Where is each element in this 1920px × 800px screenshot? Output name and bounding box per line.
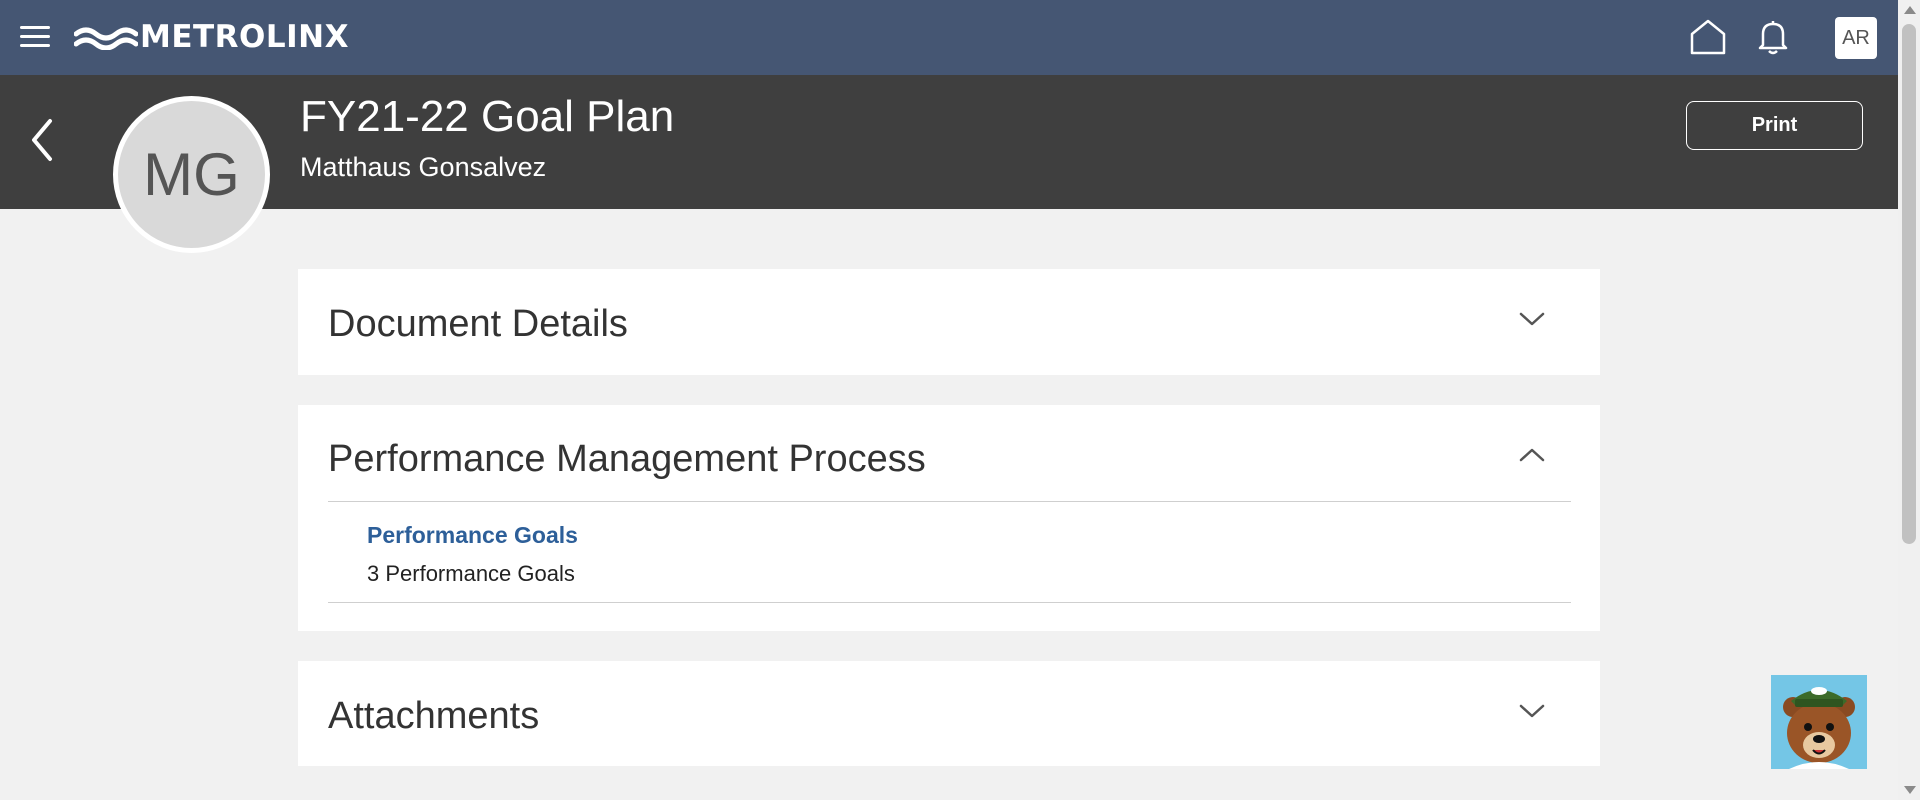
performance-goals-count: 3 Performance Goals — [367, 561, 575, 586]
scroll-down-arrow-icon[interactable] — [1904, 786, 1916, 794]
divider — [328, 602, 1571, 603]
page-header: Print — [0, 75, 1898, 209]
bear-mascot-icon — [1783, 687, 1855, 769]
metrolinx-logo-mark-icon — [74, 27, 138, 50]
print-button[interactable]: Print — [1686, 101, 1863, 150]
divider — [328, 501, 1571, 502]
document-details-card[interactable]: Document Details — [298, 269, 1600, 375]
performance-goals-link[interactable]: Performance Goals — [367, 522, 578, 549]
scrollbar-thumb[interactable] — [1902, 24, 1916, 544]
home-icon[interactable] — [1688, 18, 1728, 56]
section-title: Document Details — [328, 303, 628, 345]
attachments-card[interactable]: Attachments — [298, 661, 1600, 766]
page-title: FY21-22 Goal Plan — [300, 92, 675, 141]
user-avatar[interactable]: AR — [1835, 17, 1877, 59]
chevron-down-icon[interactable] — [1515, 309, 1549, 329]
chat-assistant-mascot[interactable] — [1771, 675, 1867, 769]
menu-icon[interactable] — [20, 26, 50, 48]
scroll-up-arrow-icon[interactable] — [1904, 6, 1916, 14]
chevron-down-icon[interactable] — [1515, 701, 1549, 721]
employee-avatar: MG — [113, 96, 270, 253]
bell-icon[interactable] — [1755, 18, 1791, 56]
chevron-up-icon[interactable] — [1515, 445, 1549, 465]
brand-name: METROLINX — [140, 19, 350, 55]
section-title[interactable]: Performance Management Process — [328, 438, 926, 481]
employee-name: Matthaus Gonsalvez — [300, 152, 547, 182]
section-title: Attachments — [328, 695, 540, 737]
performance-management-card: Performance Management Process — [298, 405, 1600, 631]
vertical-scrollbar[interactable] — [1898, 0, 1920, 800]
back-arrow-icon[interactable] — [26, 115, 58, 165]
top-navbar: METROLINX AR — [0, 0, 1898, 75]
metrolinx-logo[interactable]: METROLINX — [74, 19, 350, 55]
